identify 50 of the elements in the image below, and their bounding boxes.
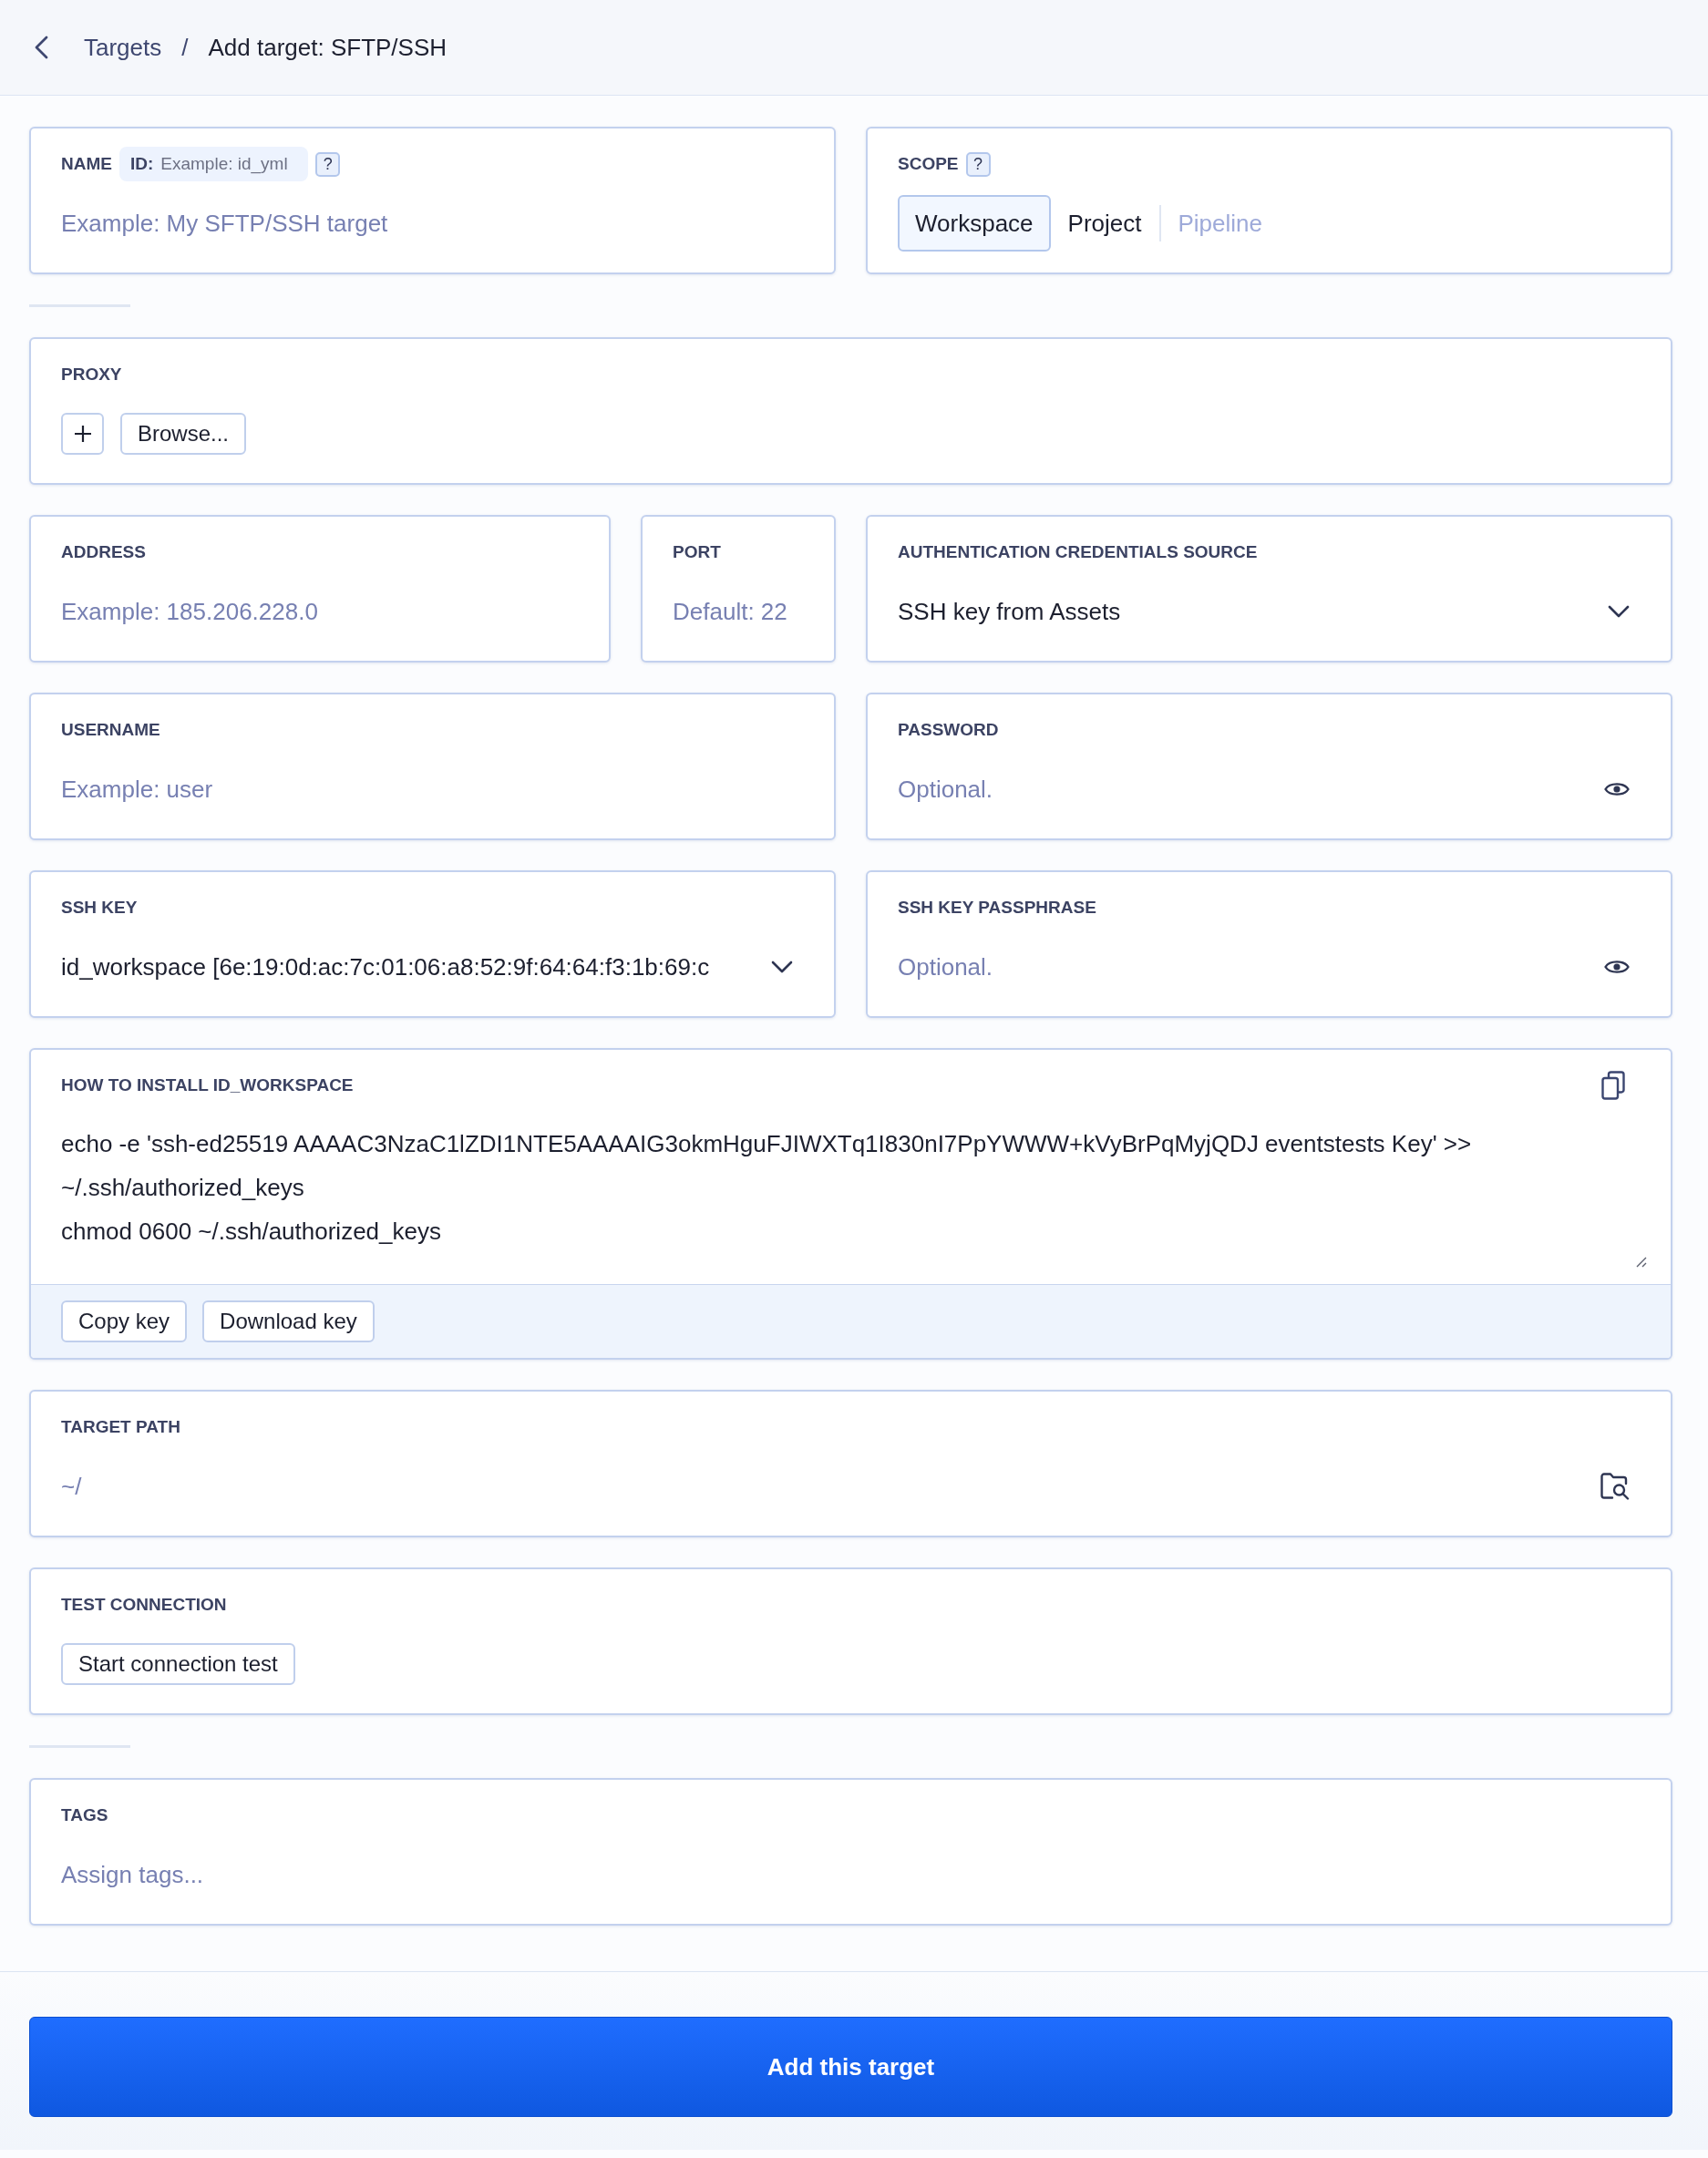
chevron-down-icon (1608, 605, 1630, 618)
field-label: TEST CONNECTION (61, 1594, 227, 1616)
field-label: SCOPE (898, 153, 959, 175)
help-button[interactable]: ? (965, 151, 991, 177)
folder-search-icon[interactable] (1600, 1473, 1630, 1500)
copy-icon[interactable] (1601, 1071, 1625, 1100)
field-label: ADDRESS (61, 541, 146, 563)
text-input[interactable]: Example: 185.206.228.0 (61, 593, 579, 630)
dropdown-select[interactable]: SSH key from Assets (898, 593, 1641, 630)
text-input[interactable]: Example: user (61, 771, 804, 807)
chevron-down-icon (771, 961, 793, 973)
add-target-button[interactable]: Add this target (29, 2017, 1672, 2117)
path-input[interactable]: ~/ (61, 1468, 1588, 1505)
field-label: SSH KEY (61, 897, 138, 919)
add-button[interactable] (61, 413, 104, 455)
scope-option[interactable]: Workspace (898, 195, 1051, 252)
password-input[interactable]: Optional. (898, 771, 1591, 807)
field-label: USERNAME (61, 719, 160, 741)
breadcrumb-link[interactable]: Targets (84, 33, 162, 62)
eye-icon[interactable] (1604, 958, 1630, 976)
download-key-button[interactable]: Download key (202, 1300, 375, 1342)
text-input[interactable]: Default: 22 (673, 593, 804, 630)
id-field[interactable]: ID: Example: id_yml (118, 147, 309, 181)
back-chevron-icon[interactable] (34, 36, 48, 59)
breadcrumb-separator: / (181, 33, 189, 62)
browse-button[interactable]: Browse... (120, 413, 247, 455)
field-label: SSH KEY PASSPHRASE (898, 897, 1096, 919)
field-label: PORT (673, 541, 721, 563)
plus-icon (73, 425, 92, 443)
id-input[interactable]: Example: id_yml (160, 154, 298, 174)
scope-option[interactable]: Project (1050, 195, 1159, 252)
tags-input[interactable]: Assign tags... (61, 1856, 1641, 1893)
field-label: NAME (61, 153, 112, 175)
copy-key-button[interactable]: Copy key (61, 1300, 188, 1342)
field-label: TARGET PATH (61, 1416, 180, 1438)
eye-icon[interactable] (1604, 780, 1630, 798)
field-label: TAGS (61, 1804, 108, 1826)
resize-handle-icon[interactable] (1634, 1255, 1647, 1268)
field-label: HOW TO INSTALL ID_WORKSPACE (61, 1074, 354, 1096)
install-script-field[interactable]: echo -e 'ssh-ed25519 AAAAC3NzaC1lZDI1NTE5AAAAIG3okmHguFJIWXTq1I830nI7PpYWWW+kVyBrPqMyjQDJ eventstests Key' >> ~/.ssh/authorized_keys chmod 0600 ~/.ssh/authorized_keys (31, 1110, 1671, 1284)
connection-test-button[interactable]: Start connection test (61, 1643, 295, 1685)
field-label: AUTHENTICATION CREDENTIALS SOURCE (898, 541, 1258, 563)
page-title: Add target: SFTP/SSH (208, 33, 448, 62)
text-input[interactable]: Example: My SFTP/SSH target (61, 205, 804, 241)
field-label: PASSWORD (898, 719, 999, 741)
field-label: PROXY (61, 364, 122, 385)
password-input[interactable]: Optional. (898, 949, 1591, 985)
help-button[interactable]: ? (315, 151, 341, 177)
dropdown-select[interactable]: id_workspace [6e:19:0d:ac:7c:01:06:a8:52:9f:64:64:f3:1b:69:c (61, 949, 804, 985)
id-label: ID: (129, 154, 154, 174)
